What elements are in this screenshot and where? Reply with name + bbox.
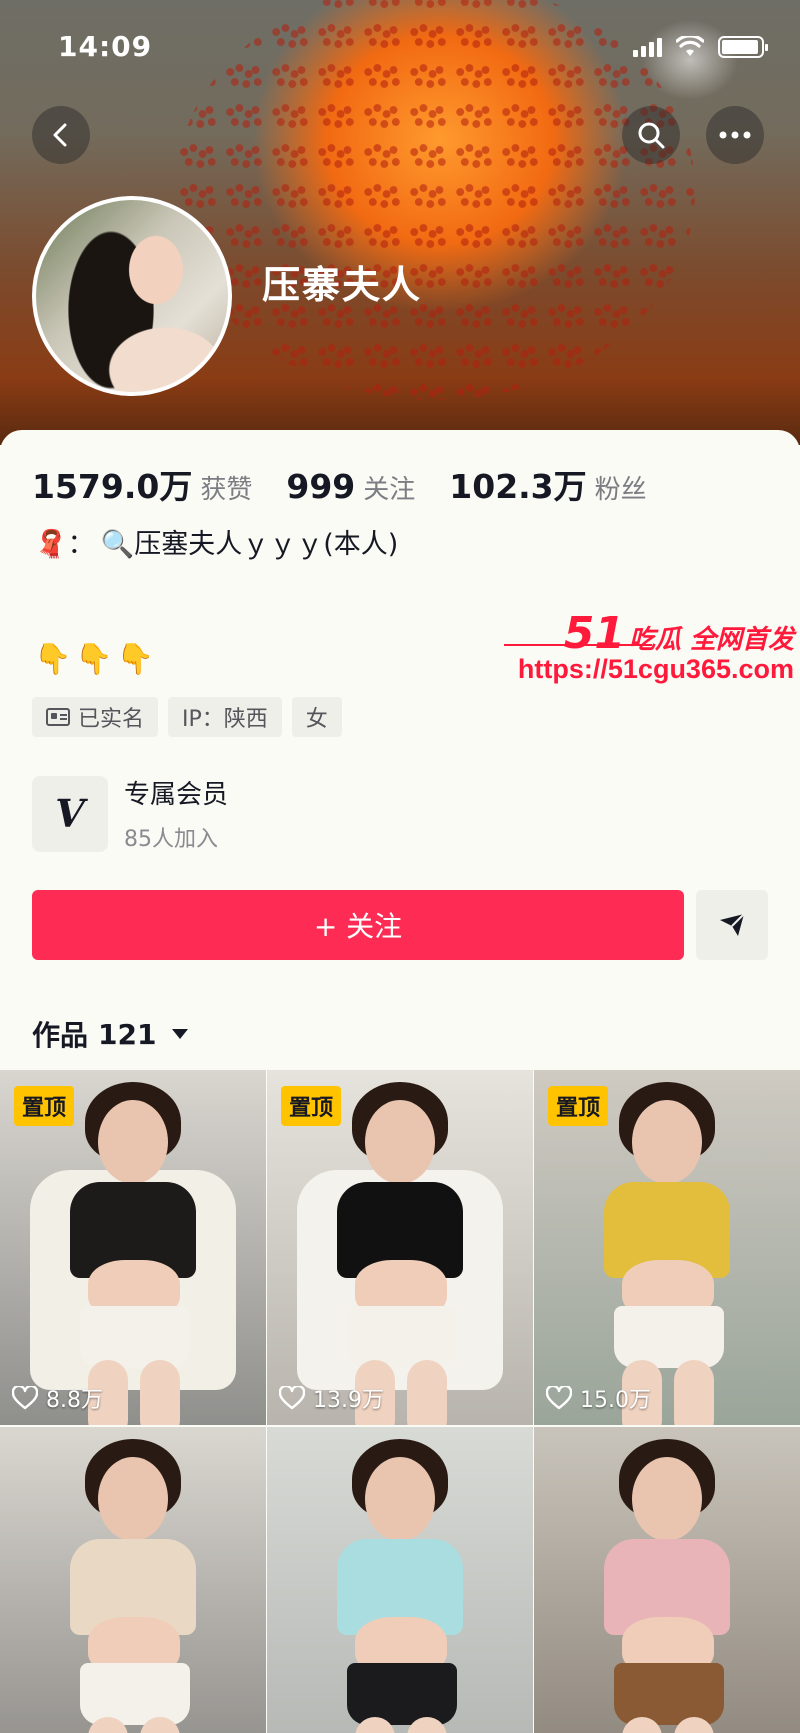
member-subtitle: 85人加入	[124, 827, 218, 852]
works-label: 作品	[32, 1019, 89, 1052]
video-likes-count: 15.0万	[580, 1388, 651, 1413]
follow-button-label: + 关注	[313, 910, 403, 943]
bio-text: 🔍压塞夫人ｙｙｙ(本人)	[100, 529, 399, 560]
figure-skirt	[614, 1663, 724, 1725]
bio-emoji: 👇👇👇	[34, 642, 159, 677]
profile-tags: 已实名 IP：陕西 女	[32, 697, 342, 737]
video-thumbnail[interactable]	[267, 1427, 533, 1733]
video-thumbnail[interactable]	[534, 1427, 800, 1733]
tag-gender-label: 女	[305, 707, 328, 732]
figure-leg-right	[140, 1360, 180, 1425]
signal-icon	[633, 37, 662, 57]
video-thumbnail[interactable]: 置顶 15.0万	[534, 1070, 800, 1425]
video-likes: 15.0万	[546, 1382, 651, 1414]
figure-leg-right	[407, 1360, 447, 1425]
heart-outline-icon	[12, 1386, 38, 1410]
status-icons	[633, 36, 768, 58]
video-thumbnail[interactable]	[0, 1427, 266, 1733]
profile-stats: 1579.0万 获赞 999 关注 102.3万 粉丝	[32, 460, 681, 508]
figure-skirt	[80, 1663, 190, 1725]
figure-head	[365, 1100, 435, 1184]
video-likes: 13.9万	[279, 1382, 384, 1414]
figure-head	[632, 1100, 702, 1184]
more-options-button[interactable]	[706, 106, 764, 164]
search-button[interactable]	[622, 106, 680, 164]
video-thumbnail[interactable]: 置顶 8.8万	[0, 1070, 266, 1425]
following-count[interactable]: 999	[286, 467, 355, 506]
follow-button[interactable]: + 关注	[32, 890, 684, 960]
caret-down-icon	[172, 1029, 189, 1039]
bio-line: 🧣： 🔍压塞夫人ｙｙｙ(本人)	[34, 522, 398, 561]
figure-head	[632, 1457, 702, 1541]
more-dots-icon	[719, 131, 751, 139]
watermark: 51 吃瓜 全网首发 https://51cgu365.com	[500, 608, 800, 698]
heart-outline-icon	[279, 1386, 305, 1410]
send-arrow-icon	[720, 913, 745, 936]
watermark-title: 51 吃瓜 全网首发	[564, 608, 794, 659]
profile-info-card: 1579.0万 获赞 999 关注 102.3万 粉丝 🧣： 🔍压塞夫人ｙｙｙ(…	[0, 430, 800, 1070]
video-likes: 8.8万	[12, 1382, 103, 1414]
following-label: 关注	[363, 475, 416, 505]
profile-nickname: 压寨夫人	[262, 263, 423, 307]
back-button[interactable]	[32, 106, 90, 164]
member-title: 专属会员	[124, 780, 229, 810]
heart-outline-icon	[546, 1386, 572, 1410]
figure-head	[365, 1457, 435, 1541]
watermark-text: 吃瓜 全网首发	[628, 625, 794, 655]
video-likes-count: 8.8万	[46, 1388, 103, 1413]
works-count: 121	[98, 1017, 157, 1051]
wifi-icon	[676, 36, 704, 56]
watermark-url: https://51cgu365.com	[517, 654, 794, 684]
id-card-icon	[46, 708, 70, 726]
tag-verified-label: 已实名	[78, 707, 145, 732]
video-thumbnail[interactable]: 置顶 13.9万	[267, 1070, 533, 1425]
followers-label: 粉丝	[594, 475, 647, 505]
chevron-left-icon	[53, 123, 67, 147]
bio-prefix: 🧣：	[34, 529, 95, 560]
pinned-badge: 置顶	[548, 1086, 609, 1126]
tag-ip: IP：陕西	[168, 697, 282, 737]
status-bar: 14:09	[0, 0, 800, 96]
member-entry[interactable]: V 专属会员 85人加入	[32, 774, 228, 853]
search-icon	[638, 122, 665, 149]
figure-head	[98, 1100, 168, 1184]
tag-verified: 已实名	[32, 697, 159, 737]
video-grid: 置顶 8.8万 置顶 13.9万 置顶 15.0万	[0, 1070, 800, 1733]
figure-leg-right	[674, 1360, 714, 1425]
battery-icon	[718, 36, 768, 58]
tab-works[interactable]: 作品 121	[32, 1014, 189, 1054]
figure-skirt	[347, 1306, 457, 1368]
figure-head	[98, 1457, 168, 1541]
figure-skirt	[614, 1306, 724, 1368]
figure-skirt	[347, 1663, 457, 1725]
pinned-badge: 置顶	[14, 1086, 75, 1126]
likes-count[interactable]: 1579.0万	[32, 460, 192, 508]
video-likes-count: 13.9万	[313, 1388, 384, 1413]
pinned-badge: 置顶	[281, 1086, 342, 1126]
tag-gender: 女	[291, 697, 342, 737]
watermark-number: 51	[563, 608, 625, 659]
likes-label: 获赞	[200, 475, 253, 505]
avatar[interactable]	[32, 196, 232, 396]
tag-ip-label: IP：陕西	[182, 707, 268, 732]
figure-skirt	[80, 1306, 190, 1368]
followers-count[interactable]: 102.3万	[449, 460, 586, 508]
share-button[interactable]	[696, 890, 768, 960]
status-time: 14:09	[58, 30, 153, 63]
vip-v-icon: V	[32, 775, 108, 852]
